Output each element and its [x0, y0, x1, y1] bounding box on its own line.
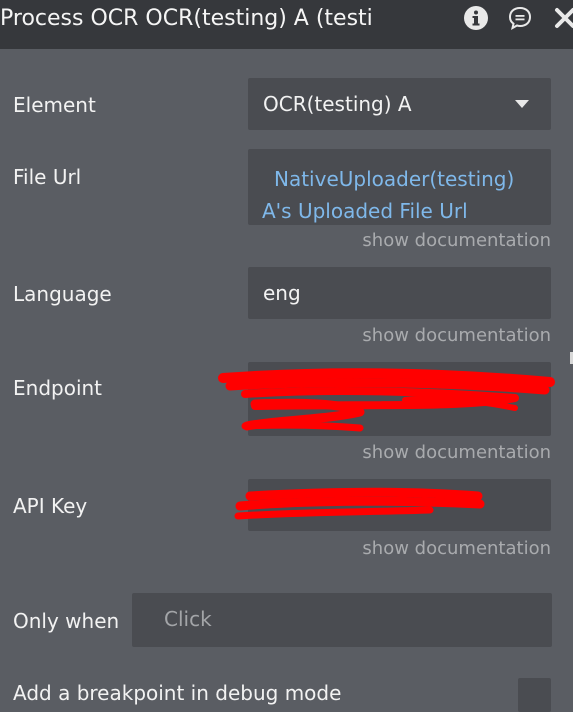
element-dropdown[interactable]: OCR(testing) A [248, 78, 551, 130]
comment-icon[interactable] [507, 5, 533, 31]
panel-header: Process OCR OCR(testing) A (testing) [0, 0, 573, 49]
file-url-value-line2: A's Uploaded File Url [262, 199, 468, 223]
only-when-label: Only when [13, 609, 120, 633]
language-value: eng [263, 281, 301, 305]
api-key-label: API Key [13, 494, 88, 518]
only-when-placeholder: Click [164, 607, 212, 631]
breakpoint-label: Add a breakpoint in debug mode [13, 681, 342, 705]
endpoint-show-documentation[interactable]: show documentation [362, 442, 551, 463]
breakpoint-checkbox[interactable] [518, 678, 551, 712]
only-when-field[interactable]: Click [132, 593, 552, 647]
api-key-field[interactable] [248, 479, 551, 531]
info-icon[interactable] [463, 5, 489, 31]
close-icon[interactable] [553, 5, 573, 31]
file-url-label: File Url [13, 165, 82, 189]
language-show-documentation[interactable]: show documentation [362, 325, 551, 346]
panel-title: Process OCR OCR(testing) A (testing) [0, 6, 372, 31]
element-label: Element [13, 93, 96, 117]
language-label: Language [13, 282, 112, 306]
file-url-show-documentation[interactable]: show documentation [362, 230, 551, 251]
file-url-value-line1: NativeUploader(testing) [274, 167, 515, 191]
endpoint-label: Endpoint [13, 376, 103, 400]
language-field[interactable]: eng [248, 267, 551, 319]
element-value: OCR(testing) A [263, 92, 412, 116]
file-url-field[interactable]: NativeUploader(testing) A's Uploaded Fil… [248, 149, 551, 225]
endpoint-field[interactable] [248, 362, 551, 436]
chevron-down-icon [515, 100, 529, 108]
api-key-show-documentation[interactable]: show documentation [362, 538, 551, 559]
